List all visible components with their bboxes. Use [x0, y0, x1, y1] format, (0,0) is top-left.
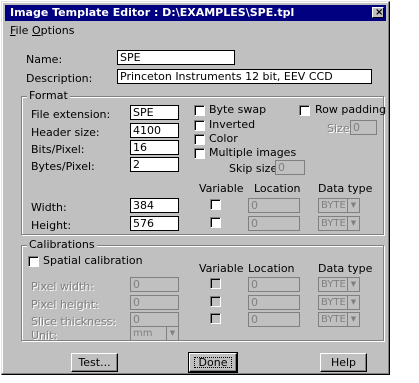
- pixel-height-location-input[interactable]: 0: [248, 295, 300, 310]
- width-datatype-value: BYTE: [321, 200, 346, 211]
- unit-select[interactable]: mm ▼: [130, 326, 179, 341]
- inverted-checkbox[interactable]: [194, 120, 205, 131]
- pixel-width-label: Pixel width:: [31, 280, 94, 293]
- pixel-width-datatype-select[interactable]: BYTE ▼: [318, 277, 360, 292]
- title-bar[interactable]: Image Template Editor : D:\EXAMPLES\SPE.…: [5, 5, 386, 21]
- calibration-location-header: Location: [248, 262, 295, 275]
- header-size-input[interactable]: 4100: [130, 123, 179, 138]
- unit-value: mm: [133, 328, 153, 339]
- calibration-variable-header: Variable: [199, 262, 244, 275]
- file-extension-label: File extension:: [31, 108, 111, 121]
- format-group-title: Format: [27, 89, 70, 102]
- description-input[interactable]: Princeton Instruments 12 bit, EEV CCD: [117, 69, 372, 84]
- skip-size-label: Skip size:: [229, 162, 281, 175]
- slice-thickness-datatype-value: BYTE: [321, 314, 346, 325]
- close-icon: ×: [375, 7, 384, 18]
- width-label: Width:: [31, 201, 67, 214]
- color-checkbox[interactable]: [194, 134, 205, 145]
- byte-swap-checkbox[interactable]: [194, 105, 205, 116]
- help-button-label: Help: [330, 356, 357, 369]
- menu-options[interactable]: Options: [32, 24, 74, 37]
- width-location-input[interactable]: 0: [248, 198, 300, 213]
- format-location-header: Location: [254, 182, 301, 195]
- slice-thickness-input[interactable]: 0: [130, 312, 179, 327]
- width-datatype-select[interactable]: BYTE ▼: [318, 198, 360, 213]
- format-datatype-header: Data type: [318, 182, 373, 195]
- slice-thickness-location-input[interactable]: 0: [248, 312, 300, 327]
- unit-label: Unit:: [31, 329, 58, 342]
- height-datatype-select[interactable]: BYTE ▼: [318, 216, 360, 231]
- window-title: Image Template Editor : D:\EXAMPLES\SPE.…: [10, 6, 295, 19]
- menu-bar: File Options: [5, 22, 386, 39]
- color-label: Color: [209, 132, 238, 145]
- name-input[interactable]: SPE: [117, 50, 235, 65]
- width-input[interactable]: 384: [130, 198, 179, 213]
- done-button[interactable]: Done: [188, 352, 238, 373]
- file-extension-input[interactable]: SPE: [130, 105, 179, 120]
- pixel-width-location-input[interactable]: 0: [248, 277, 300, 292]
- help-button[interactable]: Help: [320, 353, 367, 372]
- focus-rectangle: [194, 357, 232, 368]
- slice-thickness-label: Slice thickness:: [31, 315, 117, 328]
- pixel-height-datatype-value: BYTE: [321, 297, 346, 308]
- pixel-width-variable-checkbox[interactable]: [210, 278, 221, 289]
- dropdown-arrow-icon: ▼: [166, 327, 178, 340]
- calibrations-group-title: Calibrations: [27, 238, 97, 251]
- slice-thickness-variable-checkbox[interactable]: [210, 313, 221, 324]
- pixel-width-datatype-value: BYTE: [321, 279, 346, 290]
- padding-size-input[interactable]: 0: [350, 120, 377, 135]
- height-location-input[interactable]: 0: [248, 216, 300, 231]
- bits-pixel-label: Bits/Pixel:: [31, 143, 85, 156]
- bytes-pixel-label: Bytes/Pixel:: [31, 160, 95, 173]
- pixel-height-label: Pixel height:: [31, 298, 99, 311]
- height-datatype-value: BYTE: [321, 218, 346, 229]
- test-button[interactable]: Test...: [71, 353, 118, 372]
- row-padding-label: Row padding: [315, 103, 387, 116]
- pixel-height-input[interactable]: 0: [130, 295, 179, 310]
- calibration-datatype-header: Data type: [318, 262, 373, 275]
- image-template-editor-dialog: Image Template Editor : D:\EXAMPLES\SPE.…: [1, 1, 390, 375]
- header-size-label: Header size:: [31, 126, 100, 139]
- bytes-pixel-input[interactable]: 2: [130, 157, 179, 172]
- inverted-label: Inverted: [209, 118, 256, 131]
- close-button[interactable]: ×: [372, 7, 384, 18]
- dropdown-arrow-icon: ▼: [347, 296, 359, 309]
- row-padding-checkbox[interactable]: [299, 105, 310, 116]
- dropdown-arrow-icon: ▼: [347, 199, 359, 212]
- name-label: Name:: [26, 53, 63, 66]
- description-label: Description:: [26, 72, 93, 85]
- format-variable-header: Variable: [199, 182, 244, 195]
- width-variable-checkbox[interactable]: [210, 199, 221, 210]
- dropdown-arrow-icon: ▼: [347, 313, 359, 326]
- test-button-label: Test...: [78, 356, 111, 369]
- pixel-height-variable-checkbox[interactable]: [210, 296, 221, 307]
- multiple-images-checkbox[interactable]: [194, 148, 205, 159]
- spatial-calibration-label: Spatial calibration: [43, 254, 143, 267]
- byte-swap-label: Byte swap: [209, 103, 267, 116]
- pixel-width-input[interactable]: 0: [130, 277, 179, 292]
- menu-file[interactable]: File: [10, 24, 28, 37]
- dropdown-arrow-icon: ▼: [347, 217, 359, 230]
- spatial-calibration-checkbox[interactable]: [28, 256, 39, 267]
- height-variable-checkbox[interactable]: [210, 217, 221, 228]
- pixel-height-datatype-select[interactable]: BYTE ▼: [318, 295, 360, 310]
- dropdown-arrow-icon: ▼: [347, 278, 359, 291]
- multiple-images-label: Multiple images: [209, 146, 297, 159]
- skip-size-input[interactable]: 0: [275, 160, 305, 175]
- bits-pixel-input[interactable]: 16: [130, 140, 179, 155]
- slice-thickness-datatype-select[interactable]: BYTE ▼: [318, 312, 360, 327]
- height-input[interactable]: 576: [130, 216, 179, 231]
- height-label: Height:: [31, 219, 72, 232]
